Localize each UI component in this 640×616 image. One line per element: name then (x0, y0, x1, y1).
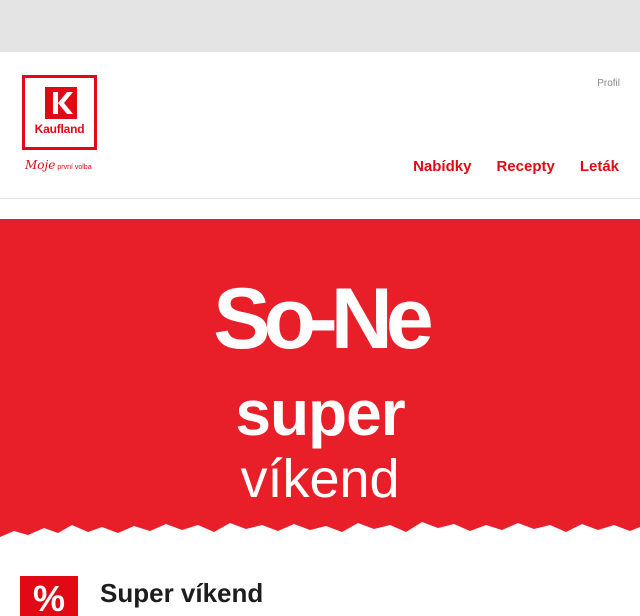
torn-paper-edge (0, 522, 640, 554)
tagline-small: první volba (57, 164, 92, 171)
main-nav: Nabídky Recepty Leták (413, 158, 619, 175)
hero-banner[interactable]: So-Ne super víkend (0, 219, 640, 554)
nav-item-recipes[interactable]: Recepty (496, 158, 554, 175)
nav-item-offers[interactable]: Nabídky (413, 158, 471, 175)
profile-link[interactable]: Profil (597, 78, 620, 89)
nav-item-leaflet[interactable]: Leták (580, 158, 619, 175)
promo-title[interactable]: Super víkend (100, 578, 263, 609)
tagline: Moje první volba (25, 158, 92, 172)
browser-top-strip (0, 0, 640, 52)
tagline-main: Moje (25, 158, 56, 172)
percent-icon: % (20, 576, 78, 616)
logo-wordmark: Kaufland (34, 122, 85, 136)
site-header: Kaufland Moje první volba Profil Nabídky … (0, 52, 640, 199)
kaufland-k-icon (45, 87, 77, 119)
kaufland-logo[interactable]: Kaufland (22, 75, 97, 150)
